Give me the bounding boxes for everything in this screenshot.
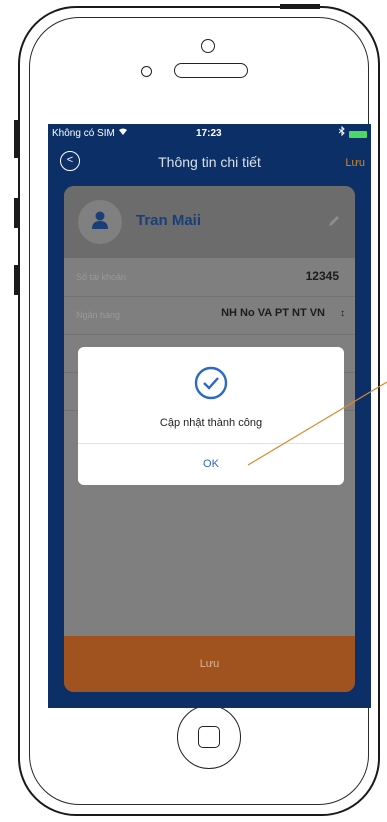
home-button-icon	[198, 726, 220, 748]
status-time: 17:23	[196, 128, 222, 139]
status-indicators	[338, 124, 367, 144]
navigation-bar: < Thông tin chi tiết Lưu	[48, 144, 371, 180]
select-caret-icon: ↕	[340, 308, 345, 319]
pencil-icon[interactable]	[327, 214, 341, 233]
dialog-message: Cập nhật thành công	[159, 417, 263, 429]
user-icon	[92, 211, 108, 234]
field-account-number[interactable]: Số tài khoản 12345	[64, 258, 355, 297]
success-dialog: Cập nhật thành công OK	[78, 347, 344, 485]
volume-down-button	[14, 265, 19, 295]
earpiece-speaker	[174, 63, 248, 78]
page-title: Thông tin chi tiết	[158, 154, 261, 170]
power-button	[280, 4, 320, 9]
avatar	[78, 200, 122, 244]
check-circle-icon	[193, 365, 229, 406]
volume-up-button	[14, 198, 19, 228]
bluetooth-icon	[338, 124, 345, 144]
proximity-sensor	[141, 66, 152, 77]
profile-row: Tran Maii	[64, 186, 355, 258]
carrier-label: Không có SIM	[52, 128, 115, 139]
ok-button[interactable]: OK	[78, 444, 344, 485]
field-bank[interactable]: Ngân hàng NH No VA PT NT VN ↕	[64, 296, 355, 335]
save-button[interactable]: Lưu	[64, 636, 355, 692]
battery-icon	[349, 130, 367, 138]
field-value: NH No VA PT NT VN	[221, 307, 325, 319]
front-camera	[201, 39, 215, 53]
status-bar: Không có SIM 17:23	[48, 124, 371, 144]
home-button[interactable]	[177, 705, 241, 769]
field-value: 12345	[305, 269, 339, 283]
field-label: Số tài khoản	[76, 272, 127, 282]
field-label: Ngân hàng	[76, 310, 121, 320]
app-screen: Không có SIM 17:23 < Thông tin chi tiết …	[48, 124, 371, 708]
silent-switch	[14, 120, 19, 158]
wifi-icon	[118, 128, 128, 139]
profile-name: Tran Maii	[136, 212, 202, 229]
nav-save-button[interactable]: Lưu	[345, 157, 365, 169]
carrier-status: Không có SIM	[52, 124, 128, 144]
